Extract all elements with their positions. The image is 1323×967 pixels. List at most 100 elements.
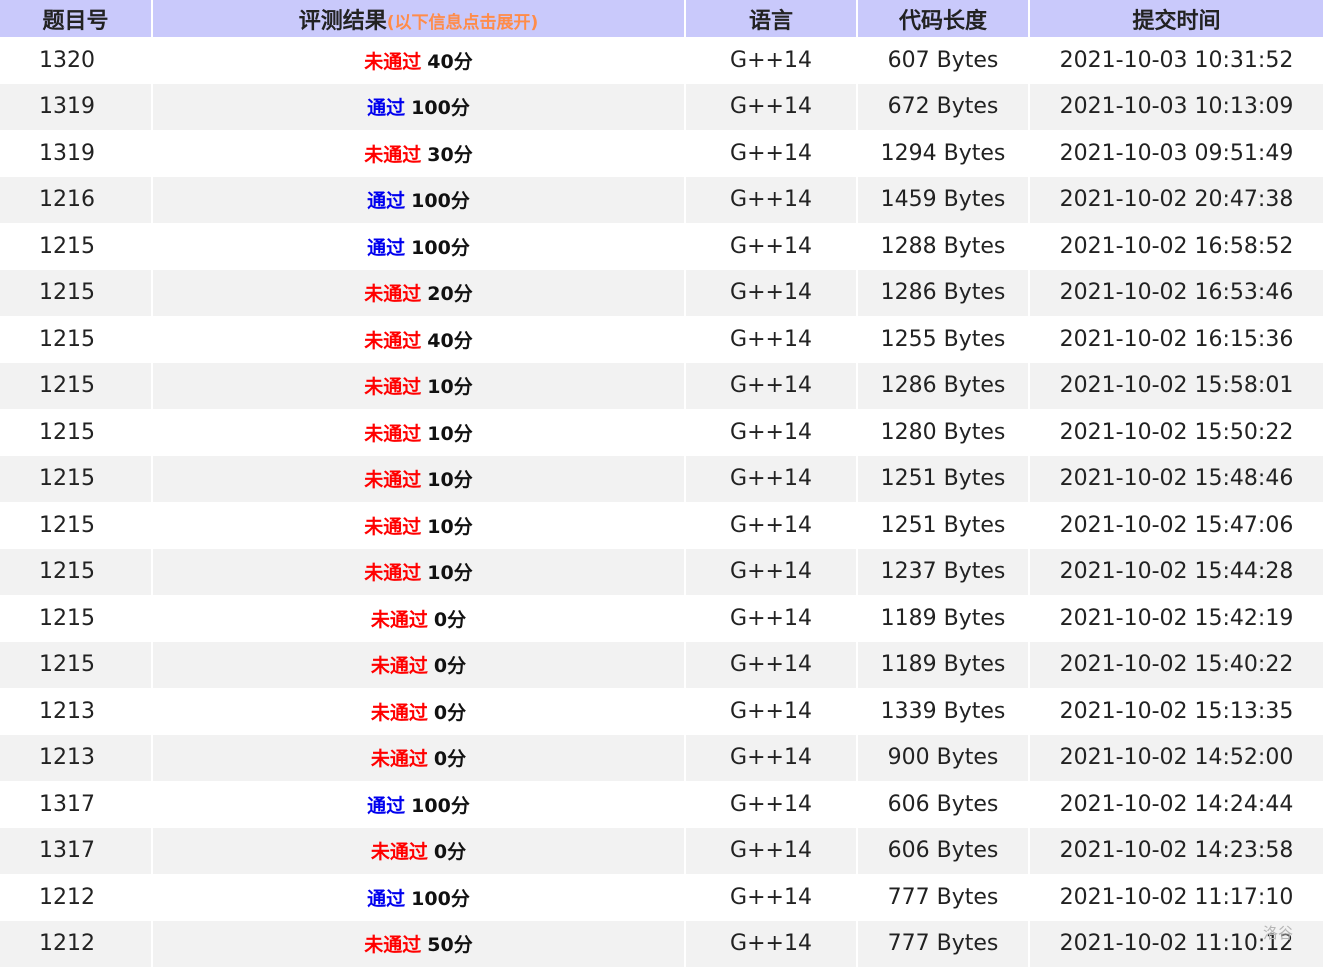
result-cell[interactable]: 通过 100分	[152, 177, 685, 224]
problem-id-cell[interactable]: 1215	[0, 270, 152, 317]
code-length-cell: 672 Bytes	[857, 84, 1029, 131]
status-label[interactable]: 未通过	[364, 51, 421, 73]
result-cell[interactable]: 未通过 10分	[152, 456, 685, 503]
status-label[interactable]: 通过	[367, 190, 405, 212]
problem-id-cell[interactable]: 1319	[0, 130, 152, 177]
score-label[interactable]: 100分	[411, 795, 470, 817]
problem-id-cell[interactable]: 1215	[0, 316, 152, 363]
status-label[interactable]: 通过	[367, 97, 405, 119]
problem-id-cell[interactable]: 1317	[0, 781, 152, 828]
result-cell[interactable]: 未通过 0分	[152, 595, 685, 642]
result-cell[interactable]: 未通过 10分	[152, 549, 685, 596]
score-label[interactable]: 100分	[411, 97, 470, 119]
score-label[interactable]: 30分	[427, 144, 472, 166]
score-label[interactable]: 100分	[411, 237, 470, 259]
code-length-cell: 606 Bytes	[857, 781, 1029, 828]
problem-id-cell[interactable]: 1215	[0, 223, 152, 270]
submit-time-cell: 2021-10-02 15:58:01	[1029, 363, 1323, 410]
code-length-cell: 1286 Bytes	[857, 270, 1029, 317]
problem-id-cell[interactable]: 1212	[0, 874, 152, 921]
problem-id-cell[interactable]: 1215	[0, 642, 152, 689]
status-label[interactable]: 未通过	[364, 562, 421, 584]
result-cell[interactable]: 未通过 20分	[152, 270, 685, 317]
result-cell[interactable]: 通过 100分	[152, 223, 685, 270]
status-label[interactable]: 未通过	[364, 516, 421, 538]
score-label[interactable]: 0分	[434, 609, 466, 631]
score-label[interactable]: 20分	[427, 283, 472, 305]
submit-time-cell: 2021-10-02 15:40:22	[1029, 642, 1323, 689]
problem-id-cell[interactable]: 1319	[0, 84, 152, 131]
language-cell: G++14	[685, 921, 857, 967]
status-label[interactable]: 未通过	[364, 423, 421, 445]
language-cell: G++14	[685, 595, 857, 642]
result-cell[interactable]: 未通过 0分	[152, 688, 685, 735]
score-label[interactable]: 10分	[427, 376, 472, 398]
problem-id-cell[interactable]: 1212	[0, 921, 152, 967]
result-cell[interactable]: 未通过 10分	[152, 409, 685, 456]
code-length-cell: 1189 Bytes	[857, 595, 1029, 642]
result-cell[interactable]: 未通过 40分	[152, 316, 685, 363]
score-label[interactable]: 50分	[427, 934, 472, 956]
score-label[interactable]: 0分	[434, 655, 466, 677]
status-label[interactable]: 未通过	[364, 283, 421, 305]
status-label[interactable]: 未通过	[371, 702, 428, 724]
status-label[interactable]: 通过	[367, 795, 405, 817]
result-cell[interactable]: 未通过 0分	[152, 642, 685, 689]
language-cell: G++14	[685, 735, 857, 782]
table-row: 1216通过100分G++141459 Bytes2021-10-02 20:4…	[0, 177, 1323, 224]
result-cell[interactable]: 未通过 10分	[152, 363, 685, 410]
result-cell[interactable]: 通过 100分	[152, 874, 685, 921]
result-cell[interactable]: 未通过 50分	[152, 921, 685, 967]
status-label[interactable]: 通过	[367, 888, 405, 910]
status-label[interactable]: 未通过	[371, 748, 428, 770]
status-label[interactable]: 未通过	[364, 469, 421, 491]
problem-id-cell[interactable]: 1215	[0, 549, 152, 596]
score-label[interactable]: 10分	[427, 469, 472, 491]
score-label[interactable]: 40分	[427, 51, 472, 73]
submit-time-cell: 2021-10-02 15:47:06	[1029, 502, 1323, 549]
code-length-cell: 607 Bytes	[857, 37, 1029, 84]
result-cell[interactable]: 未通过 0分	[152, 828, 685, 875]
status-label[interactable]: 未通过	[364, 144, 421, 166]
status-label[interactable]: 通过	[367, 237, 405, 259]
score-label[interactable]: 100分	[411, 190, 470, 212]
problem-id-cell[interactable]: 1320	[0, 37, 152, 84]
submit-time-cell: 2021-10-03 10:13:09	[1029, 84, 1323, 131]
score-label[interactable]: 100分	[411, 888, 470, 910]
language-cell: G++14	[685, 688, 857, 735]
problem-id-cell[interactable]: 1215	[0, 456, 152, 503]
problem-id-cell[interactable]: 1317	[0, 828, 152, 875]
result-cell[interactable]: 通过 100分	[152, 84, 685, 131]
submit-time-cell: 2021-10-03 10:31:52	[1029, 37, 1323, 84]
result-cell[interactable]: 通过 100分	[152, 781, 685, 828]
score-label[interactable]: 0分	[434, 702, 466, 724]
result-cell[interactable]: 未通过 10分	[152, 502, 685, 549]
score-label[interactable]: 40分	[427, 330, 472, 352]
status-label[interactable]: 未通过	[371, 655, 428, 677]
score-label[interactable]: 0分	[434, 841, 466, 863]
problem-id-cell[interactable]: 1215	[0, 502, 152, 549]
submit-time-cell: 2021-10-02 15:13:35	[1029, 688, 1323, 735]
result-cell[interactable]: 未通过 0分	[152, 735, 685, 782]
score-label[interactable]: 10分	[427, 423, 472, 445]
score-label[interactable]: 0分	[434, 748, 466, 770]
score-label[interactable]: 10分	[427, 516, 472, 538]
submit-time-cell: 2021-10-02 14:52:00	[1029, 735, 1323, 782]
result-cell[interactable]: 未通过 40分	[152, 37, 685, 84]
status-label[interactable]: 未通过	[364, 376, 421, 398]
score-label[interactable]: 10分	[427, 562, 472, 584]
problem-id-cell[interactable]: 1215	[0, 595, 152, 642]
problem-id-cell[interactable]: 1216	[0, 177, 152, 224]
status-label[interactable]: 未通过	[364, 330, 421, 352]
problem-id-cell[interactable]: 1215	[0, 363, 152, 410]
status-label[interactable]: 未通过	[371, 841, 428, 863]
status-label[interactable]: 未通过	[371, 609, 428, 631]
submit-time-cell: 2021-10-02 16:58:52	[1029, 223, 1323, 270]
problem-id-cell[interactable]: 1215	[0, 409, 152, 456]
problem-id-cell[interactable]: 1213	[0, 688, 152, 735]
status-label[interactable]: 未通过	[364, 934, 421, 956]
header-result[interactable]: 评测结果(以下信息点击展开)	[152, 0, 685, 37]
result-cell[interactable]: 未通过 30分	[152, 130, 685, 177]
problem-id-cell[interactable]: 1213	[0, 735, 152, 782]
header-result-hint[interactable]: (以下信息点击展开)	[387, 13, 539, 33]
